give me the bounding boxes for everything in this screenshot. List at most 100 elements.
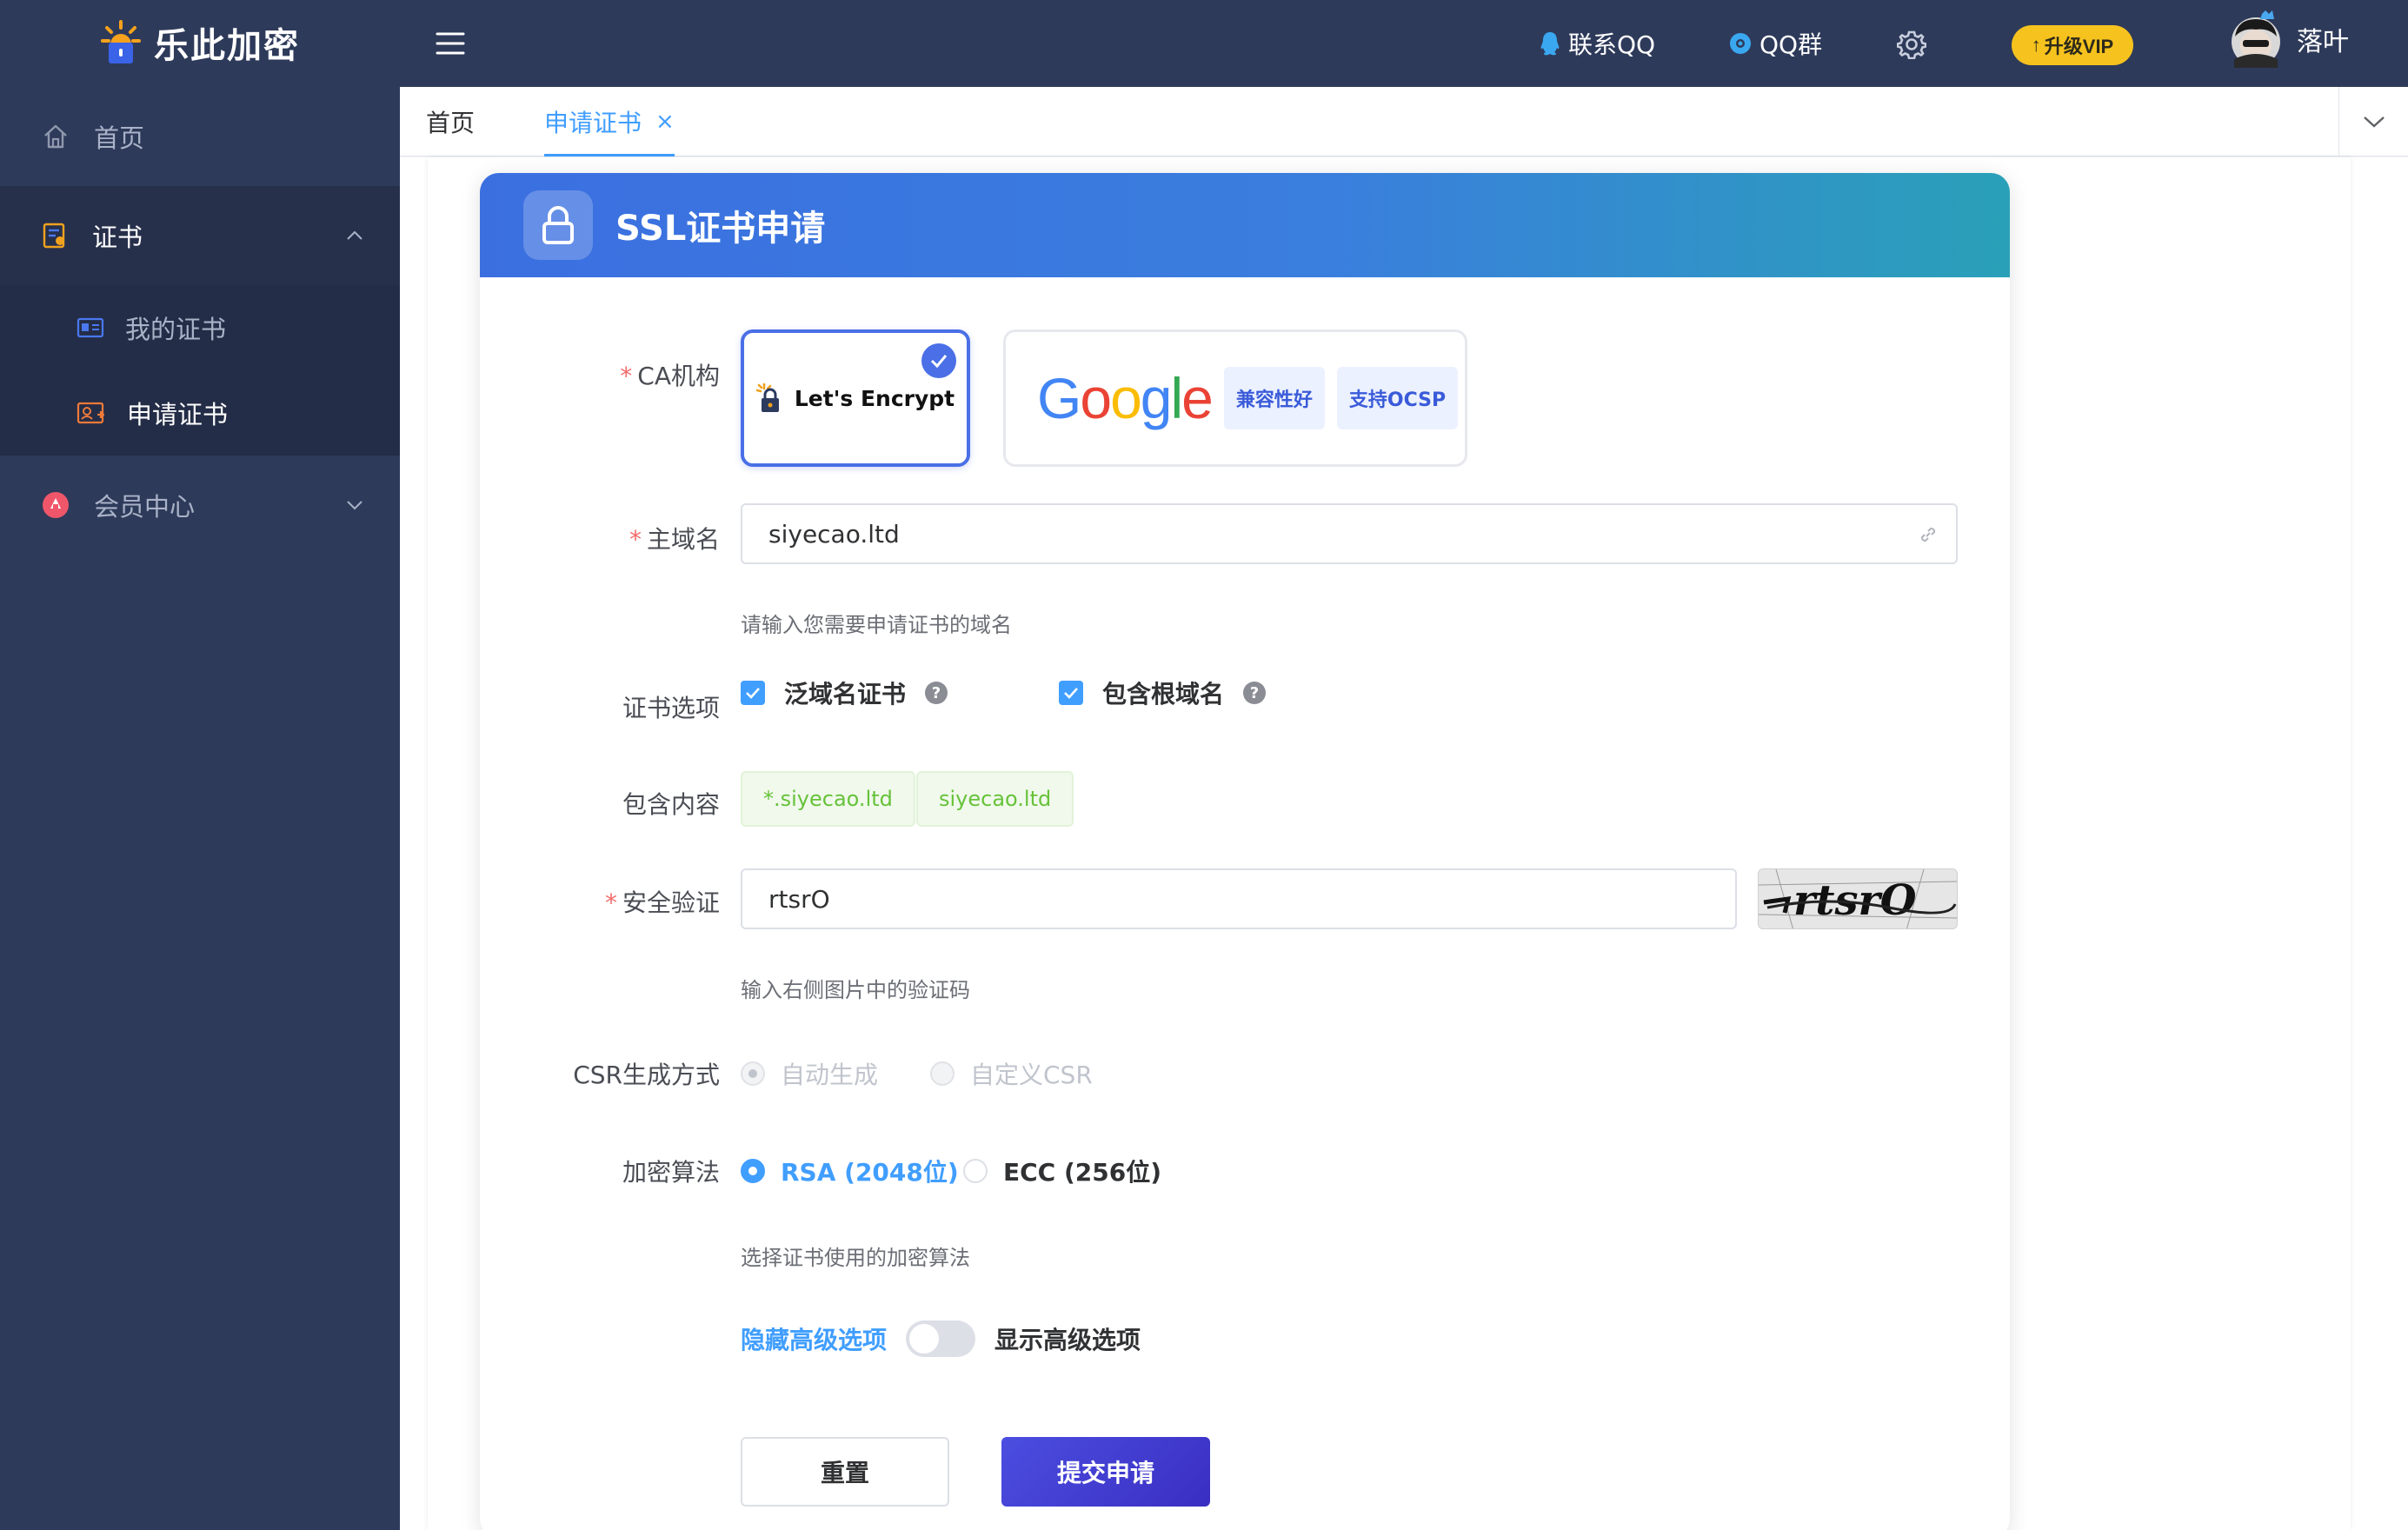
app-logo[interactable]: 乐此加密 (100, 16, 300, 70)
contact-qq-link[interactable]: 联系QQ (1539, 26, 1655, 61)
avatar (2227, 10, 2285, 68)
close-icon[interactable]: × (655, 109, 675, 135)
show-advanced-label[interactable]: 显示高级选项 (994, 1321, 1141, 1356)
link-icon (1918, 524, 1939, 545)
algorithm-radio-ecc[interactable]: ECC (256位) (963, 1154, 1161, 1188)
page-title: SSL证书申请 (615, 209, 826, 249)
chevron-up-icon (346, 230, 363, 241)
qq-icon (1539, 30, 1561, 57)
user-menu[interactable]: 落叶 (2227, 10, 2349, 68)
contents-label-text: 包含内容 (622, 790, 720, 819)
sidebar-item-label: 申请证书 (127, 400, 229, 429)
hide-advanced-label[interactable]: 隐藏高级选项 (741, 1321, 887, 1356)
ca-option-name: Let's Encrypt (794, 385, 955, 411)
sidebar-item-certificate[interactable]: 证书 (0, 186, 400, 285)
sidebar-submenu-certificate: 我的证书 申请证书 (0, 285, 400, 456)
checkmark-icon (921, 343, 956, 378)
reset-button[interactable]: 重置 (741, 1437, 949, 1507)
captcha-label-text: 安全验证 (622, 888, 720, 917)
google-logo-icon: Google (1037, 366, 1214, 430)
advanced-options-toggle: 隐藏高级选项 显示高级选项 (741, 1320, 1141, 1357)
domain-label-text: 主域名 (646, 525, 720, 554)
wildcard-checkbox[interactable]: 泛域名证书 ? (741, 675, 948, 710)
radio-icon (741, 1061, 765, 1086)
sidebar-item-my-certificates[interactable]: 我的证书 (0, 285, 400, 370)
sidebar-item-member-center[interactable]: 会员中心 (0, 456, 400, 555)
upgrade-vip-button[interactable]: ↑ 升级VIP (2012, 25, 2133, 65)
algorithm-radio-rsa[interactable]: RSA (2048位) (741, 1154, 959, 1188)
tab-home[interactable]: 首页 (426, 87, 475, 156)
sidebar-item-label: 我的证书 (125, 315, 227, 344)
settings-gear-icon[interactable] (1897, 30, 1926, 59)
captcha-field-label: * 安全验证 (605, 884, 720, 919)
captcha-image[interactable]: rtsrO (1758, 868, 1958, 929)
options-field-label: 证书选项 (622, 689, 720, 724)
algorithm-option-label: RSA (2048位) (781, 1158, 959, 1187)
csr-radio-custom[interactable]: 自定义CSR (930, 1056, 1093, 1091)
menu-toggle-icon[interactable] (435, 30, 466, 57)
ca-feature-tag: 兼容性好 (1223, 367, 1325, 429)
captcha-input[interactable]: rtsrO (741, 868, 1737, 929)
radio-icon (930, 1061, 955, 1086)
sidebar-item-apply-certificate[interactable]: 申请证书 (0, 370, 400, 456)
tab-apply-certificate[interactable]: 申请证书 × (544, 87, 675, 156)
member-icon (42, 491, 70, 519)
help-icon[interactable]: ? (1243, 682, 1267, 704)
ca-option-letsencrypt[interactable]: Let's Encrypt (741, 329, 970, 467)
algorithm-field-label: 加密算法 (622, 1154, 720, 1188)
csr-radio-auto[interactable]: 自动生成 (741, 1056, 878, 1091)
algorithm-label-text: 加密算法 (622, 1158, 720, 1187)
csr-option-label: 自定义CSR (970, 1061, 1093, 1089)
arrow-up-icon: ↑ (2031, 34, 2041, 56)
domain-input[interactable]: siyecao.ltd (741, 503, 1958, 564)
csr-option-label: 自动生成 (781, 1061, 879, 1089)
algorithm-option-label: ECC (256位) (1003, 1158, 1162, 1187)
tab-label: 申请证书 (544, 109, 642, 137)
submit-button[interactable]: 提交申请 (1001, 1437, 1210, 1507)
required-mark: * (620, 362, 633, 390)
domain-tag: *.siyecao.ltd (741, 771, 915, 827)
domain-field-label: * 主域名 (629, 521, 720, 555)
card-header: SSL证书申请 (480, 173, 2010, 277)
checkbox-checked-icon (1059, 681, 1083, 705)
chevron-down-icon (346, 500, 363, 510)
required-mark: * (629, 525, 642, 554)
wildcard-label: 泛域名证书 (784, 680, 907, 708)
ssl-apply-card: SSL证书申请 * CA机构 Let's Encrypt Google 兼容性好… (480, 173, 2010, 1530)
username: 落叶 (2297, 27, 2349, 57)
top-bar: 乐此加密 联系QQ QQ群 ↑ 升级VIP 落叶 (0, 0, 2408, 87)
captcha-hint: 输入右侧图片中的验证码 (741, 978, 970, 1002)
sidebar: 首页 证书 我的证书 申请证书 会员中心 (0, 87, 400, 1530)
home-icon (42, 123, 70, 150)
lock-sun-icon (100, 20, 142, 65)
content-panel: SSL证书申请 * CA机构 Let's Encrypt Google 兼容性好… (428, 157, 2351, 1530)
upgrade-vip-label: 升级VIP (2044, 36, 2114, 57)
algorithm-hint: 选择证书使用的加密算法 (741, 1246, 970, 1270)
ca-label-text: CA机构 (637, 362, 720, 390)
apply-certificate-icon (76, 401, 106, 425)
include-root-checkbox[interactable]: 包含根域名 ? (1059, 675, 1267, 710)
csr-field-label: CSR生成方式 (573, 1056, 720, 1091)
chevron-down-icon (2363, 115, 2385, 129)
domain-hint: 请输入您需要申请证书的域名 (741, 613, 1012, 637)
ca-field-label: * CA机构 (620, 357, 720, 392)
app-title: 乐此加密 (154, 26, 300, 66)
certificate-icon (42, 222, 68, 249)
sidebar-item-home[interactable]: 首页 (0, 87, 400, 186)
radio-icon (963, 1159, 988, 1183)
ca-option-google[interactable]: Google 兼容性好 支持OCSP (1003, 329, 1467, 467)
help-icon[interactable]: ? (925, 682, 948, 704)
id-card-icon (76, 316, 104, 339)
csr-label-text: CSR生成方式 (573, 1061, 720, 1089)
qq-group-link[interactable]: QQ群 (1728, 26, 1822, 61)
advanced-switch[interactable] (906, 1320, 976, 1357)
tab-dropdown-button[interactable] (2338, 87, 2408, 156)
checkbox-checked-icon (741, 681, 765, 705)
contents-field-label: 包含内容 (622, 786, 720, 821)
include-root-label: 包含根域名 (1102, 680, 1225, 708)
lock-icon (523, 190, 593, 260)
sidebar-item-label: 会员中心 (94, 492, 196, 522)
options-label-text: 证书选项 (622, 694, 720, 722)
ca-feature-tag: 支持OCSP (1336, 367, 1459, 429)
tab-bar: 首页 申请证书 × (400, 87, 2408, 156)
